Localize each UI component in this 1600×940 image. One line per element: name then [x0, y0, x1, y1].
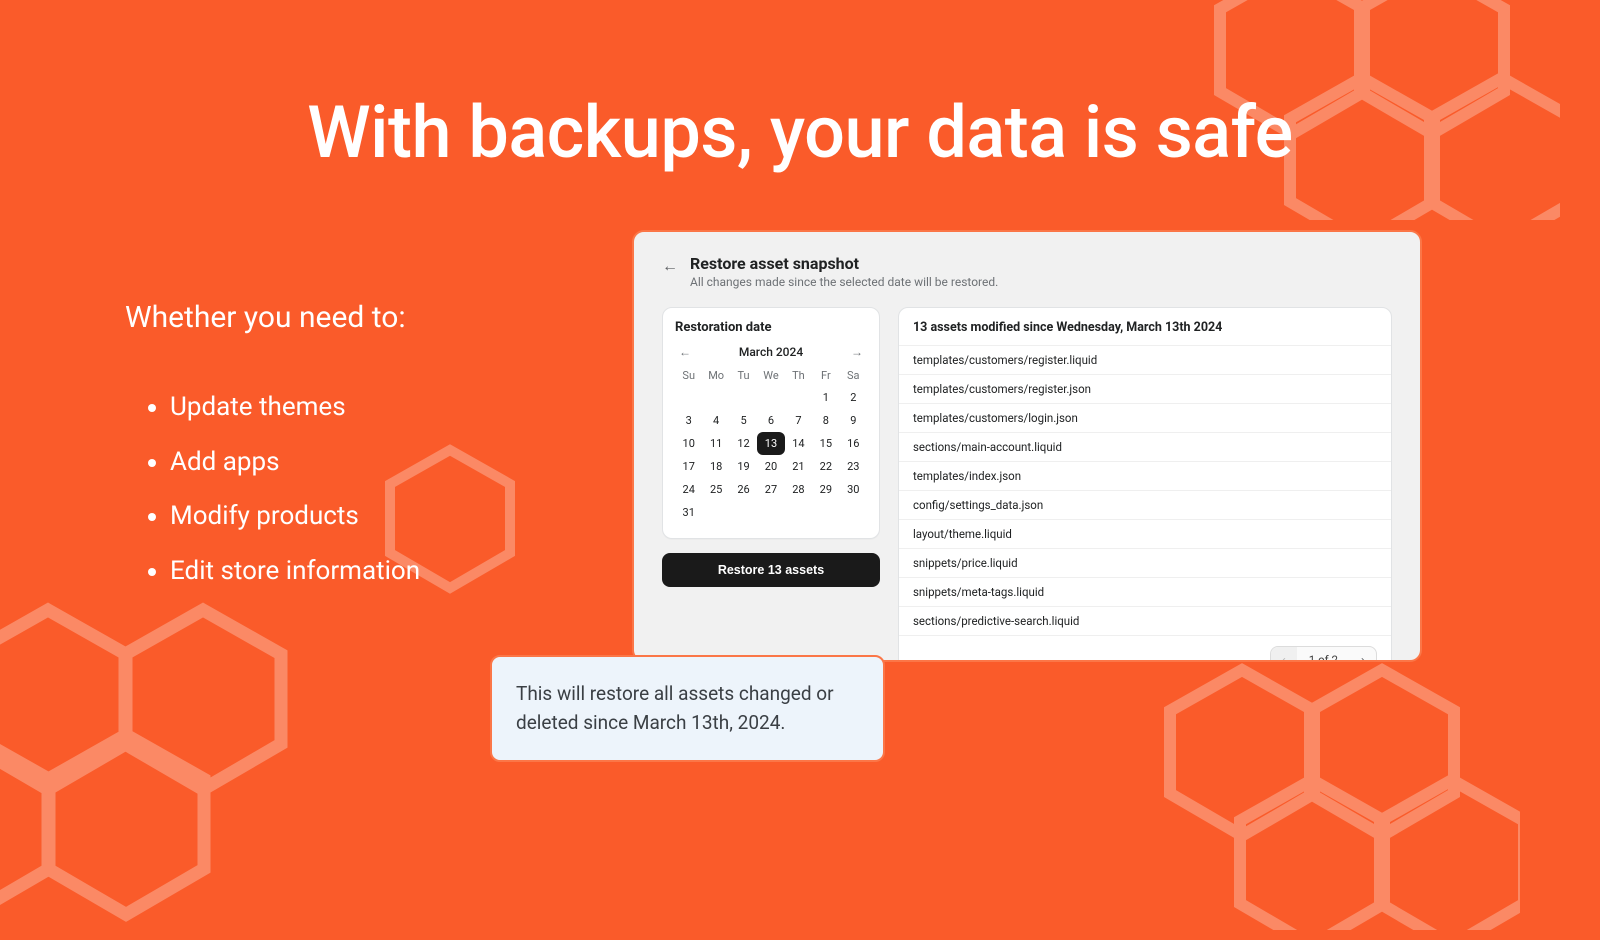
panel-title: Restore asset snapshot [690, 254, 998, 273]
calendar-day[interactable]: 17 [675, 455, 702, 478]
asset-row[interactable]: layout/theme.liquid [899, 519, 1391, 548]
calendar-weekday-label: Mo [702, 363, 729, 386]
assets-pager: ‹ 1 of 2 › [1270, 646, 1377, 662]
calendar-day[interactable]: 20 [757, 455, 784, 478]
hex-decoration-bottom-left [0, 600, 340, 940]
calendar-weekday-label: Fr [812, 363, 839, 386]
calendar-day[interactable]: 31 [675, 501, 702, 524]
calendar-day[interactable]: 11 [702, 432, 729, 455]
calendar-day[interactable]: 12 [730, 432, 757, 455]
pager-info: 1 of 2 [1297, 653, 1350, 662]
assets-list: templates/customers/register.liquidtempl… [899, 345, 1391, 635]
restore-snapshot-panel: ← Restore asset snapshot All changes mad… [632, 230, 1422, 662]
calendar-weekday-label: Th [785, 363, 812, 386]
asset-row[interactable]: templates/index.json [899, 461, 1391, 490]
asset-row[interactable]: templates/customers/register.liquid [899, 345, 1391, 374]
asset-row[interactable]: config/settings_data.json [899, 490, 1391, 519]
calendar-day[interactable]: 14 [785, 432, 812, 455]
calendar-day[interactable]: 9 [840, 409, 867, 432]
calendar-day[interactable]: 29 [812, 478, 839, 501]
calendar-month-label: March 2024 [739, 345, 803, 359]
page-headline: With backups, your data is safe [0, 90, 1600, 175]
calendar-day[interactable]: 15 [812, 432, 839, 455]
bullet-item: Edit store information [170, 544, 420, 599]
calendar-day[interactable]: 16 [840, 432, 867, 455]
asset-row[interactable]: templates/customers/login.json [899, 403, 1391, 432]
assets-card-title: 13 assets modified since Wednesday, Marc… [899, 308, 1391, 345]
asset-row[interactable]: sections/predictive-search.liquid [899, 606, 1391, 635]
bullet-list: Update themes Add apps Modify products E… [170, 380, 420, 598]
calendar-day[interactable]: 2 [840, 386, 867, 409]
calendar-day[interactable]: 24 [675, 478, 702, 501]
asset-row[interactable]: sections/main-account.liquid [899, 432, 1391, 461]
calendar-weekday-label: We [757, 363, 784, 386]
calendar-prev-arrow-icon[interactable]: ← [675, 343, 695, 361]
calendar-day[interactable]: 27 [757, 478, 784, 501]
calendar-day[interactable]: 4 [702, 409, 729, 432]
asset-row[interactable]: snippets/price.liquid [899, 548, 1391, 577]
calendar-day[interactable]: 13 [757, 432, 784, 455]
calendar-day[interactable]: 10 [675, 432, 702, 455]
calendar-day[interactable]: 18 [702, 455, 729, 478]
back-arrow-icon[interactable]: ← [662, 256, 678, 276]
calendar-day[interactable]: 22 [812, 455, 839, 478]
panel-subtitle: All changes made since the selected date… [690, 275, 998, 289]
restore-tooltip-card: This will restore all assets changed or … [490, 655, 885, 762]
restore-assets-button[interactable]: Restore 13 assets [662, 553, 880, 587]
calendar-day[interactable]: 6 [757, 409, 784, 432]
calendar-grid: SuMoTuWeThFrSa12345678910111213141516171… [675, 363, 867, 524]
modified-assets-card: 13 assets modified since Wednesday, Marc… [898, 307, 1392, 662]
calendar-next-arrow-icon[interactable]: → [847, 343, 867, 361]
asset-row[interactable]: templates/customers/register.json [899, 374, 1391, 403]
calendar-card-title: Restoration date [675, 320, 867, 335]
calendar-day[interactable]: 28 [785, 478, 812, 501]
calendar-day[interactable]: 8 [812, 409, 839, 432]
calendar-weekday-label: Su [675, 363, 702, 386]
calendar-day[interactable]: 25 [702, 478, 729, 501]
asset-row[interactable]: snippets/meta-tags.liquid [899, 577, 1391, 606]
hex-decoration-bottom-right [1140, 630, 1520, 930]
calendar-day[interactable]: 23 [840, 455, 867, 478]
calendar-weekday-label: Sa [840, 363, 867, 386]
bullet-item: Update themes [170, 380, 420, 435]
calendar-day[interactable]: 26 [730, 478, 757, 501]
calendar-day[interactable]: 3 [675, 409, 702, 432]
calendar-day[interactable]: 19 [730, 455, 757, 478]
bullet-item: Add apps [170, 435, 420, 490]
bullet-item: Modify products [170, 489, 420, 544]
page-subhead: Whether you need to: [125, 300, 406, 335]
calendar-day[interactable]: 7 [785, 409, 812, 432]
calendar-day[interactable]: 5 [730, 409, 757, 432]
calendar-day[interactable]: 30 [840, 478, 867, 501]
pager-prev-button[interactable]: ‹ [1271, 647, 1297, 662]
calendar-day[interactable]: 21 [785, 455, 812, 478]
calendar-day[interactable]: 1 [812, 386, 839, 409]
calendar-weekday-label: Tu [730, 363, 757, 386]
restoration-date-card: Restoration date ← March 2024 → SuMoTuWe… [662, 307, 880, 539]
pager-next-button[interactable]: › [1350, 647, 1376, 662]
